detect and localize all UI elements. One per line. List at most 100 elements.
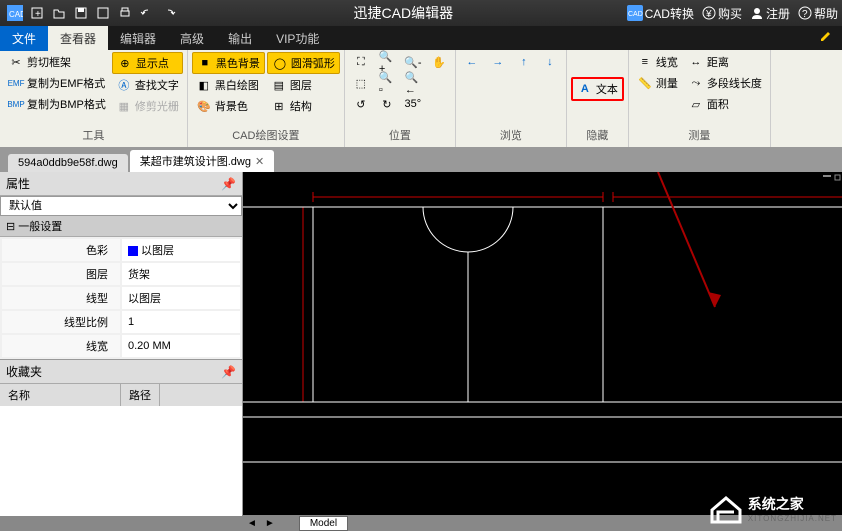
menu-file[interactable]: 文件: [0, 26, 48, 51]
close-icon[interactable]: ✕: [255, 155, 264, 168]
help-button[interactable]: ?帮助: [798, 5, 838, 22]
rotate-left-icon: ↺: [353, 96, 369, 112]
ribbon-group-position: ⛶ ⬚ ↺ 🔍+ 🔍▫ ↻ 🔍- 🔍← 35° ✋ 位置: [345, 50, 456, 147]
bw-icon: ◧: [196, 77, 212, 93]
linewidth-icon: ≡: [637, 54, 653, 70]
zoom-window-button[interactable]: ⬚: [349, 73, 373, 93]
menu-editor[interactable]: 编辑器: [108, 26, 168, 51]
area-button[interactable]: ▱面积: [684, 94, 766, 114]
redo-icon[interactable]: [158, 2, 180, 24]
menu-vip[interactable]: VIP功能: [264, 26, 331, 51]
general-section[interactable]: ⊟ 一般设置: [0, 216, 242, 237]
palette-icon: 🎨: [196, 98, 212, 114]
bg-color-button[interactable]: 🎨背景色: [192, 96, 265, 116]
position-label: 位置: [349, 125, 451, 145]
undo-icon[interactable]: [136, 2, 158, 24]
zoom-sel-button[interactable]: 🔍▫: [375, 73, 399, 93]
menu-viewer[interactable]: 查看器: [48, 26, 108, 51]
nav-left-button[interactable]: ←: [460, 52, 484, 72]
main-area: 属性 📌 默认值 ⊟ 一般设置 色彩以图层 图层货架 线型以图层 线型比例1 线…: [0, 172, 842, 515]
buy-button[interactable]: ¥购买: [702, 5, 742, 22]
nav-down-button[interactable]: ↓: [538, 52, 562, 72]
ribbon-group-hide: A文本 隐藏: [567, 50, 629, 147]
layers-button[interactable]: ▤图层: [267, 75, 340, 95]
edit-icon[interactable]: [818, 28, 842, 49]
model-tab[interactable]: Model: [299, 516, 348, 531]
measure-button[interactable]: 📏测量: [633, 73, 682, 93]
sidebar: 属性 📌 默认值 ⊟ 一般设置 色彩以图层 图层货架 线型以图层 线型比例1 线…: [0, 172, 243, 515]
zoom-in-button[interactable]: 🔍+: [375, 52, 399, 72]
menu-output[interactable]: 输出: [216, 26, 264, 51]
copy-emf-button[interactable]: EMF复制为EMF格式: [4, 73, 110, 93]
show-point-button[interactable]: ⊕显示点: [112, 52, 183, 74]
nav-arrow-right[interactable]: ►: [261, 518, 279, 529]
nav-arrow-left[interactable]: ◄: [243, 518, 261, 529]
scale-cell[interactable]: 1: [122, 311, 240, 333]
arrow-right-icon: →: [490, 54, 506, 70]
properties-header: 属性 📌: [0, 172, 242, 196]
linetype-cell[interactable]: 以图层: [122, 287, 240, 309]
zoom-fit-button[interactable]: ⛶: [349, 52, 373, 72]
save-icon[interactable]: [70, 2, 92, 24]
rotate-left-button[interactable]: ↺: [349, 94, 373, 114]
default-dropdown[interactable]: 默认值: [0, 196, 242, 216]
doctab-2[interactable]: 某超市建筑设计图.dwg✕: [130, 150, 274, 172]
print-icon[interactable]: [114, 2, 136, 24]
arc-icon: ◯: [272, 55, 288, 71]
rotate-right-button[interactable]: ↻: [375, 94, 399, 114]
black-bg-button[interactable]: ■黑色背景: [192, 52, 265, 74]
polyline-length-button[interactable]: ⤳多段线长度: [684, 73, 766, 93]
color-cell[interactable]: 以图层: [122, 239, 240, 261]
svg-text:CAD: CAD: [628, 11, 643, 18]
ribbon: ✂剪切框架 EMF复制为EMF格式 BMP复制为BMP格式 ⊕显示点 Ⓐ查找文字…: [0, 50, 842, 148]
rotate-right-icon: ↻: [379, 96, 395, 112]
new-icon[interactable]: +: [26, 2, 48, 24]
ribbon-group-browse: ← → ↑ ↓ 浏览: [456, 50, 567, 147]
ribbon-group-measure: ≡线宽 📏测量 ↔距离 ⤳多段线长度 ▱面积 测量: [629, 50, 771, 147]
nav-up-button[interactable]: ↑: [512, 52, 536, 72]
name-column[interactable]: 名称: [0, 384, 121, 406]
color-swatch: [128, 246, 138, 256]
doctab-1[interactable]: 594a0ddb9e58f.dwg: [8, 154, 128, 172]
drawing-canvas[interactable]: [243, 172, 842, 515]
favorites-list[interactable]: [0, 406, 242, 516]
width-cell[interactable]: 0.20 MM: [122, 335, 240, 357]
distance-button[interactable]: ↔距离: [684, 52, 766, 72]
menu-advanced[interactable]: 高级: [168, 26, 216, 51]
svg-text:¥: ¥: [705, 9, 712, 20]
black-bg-icon: ■: [197, 55, 213, 71]
layers-icon: ▤: [271, 77, 287, 93]
bw-draw-button[interactable]: ◧黑白绘图: [192, 75, 265, 95]
table-row: 色彩以图层: [2, 239, 240, 261]
watermark: 系统之家 XITONGZHIJIA.NET: [708, 490, 837, 526]
cad-convert-button[interactable]: CADCAD转换: [627, 5, 694, 22]
pan-button[interactable]: ✋: [427, 52, 451, 72]
find-text-button[interactable]: Ⓐ查找文字: [112, 75, 183, 95]
zoom-prev-button[interactable]: 🔍←: [401, 73, 425, 93]
saveas-icon[interactable]: [92, 2, 114, 24]
text-button[interactable]: A文本: [571, 77, 624, 101]
pin-icon[interactable]: 📌: [221, 177, 236, 191]
zoom-fit-icon: ⛶: [353, 54, 369, 70]
structure-button[interactable]: ⊞结构: [267, 96, 340, 116]
zoom-out-icon: 🔍-: [405, 54, 421, 70]
svg-text:CAD: CAD: [9, 10, 23, 19]
area-icon: ▱: [688, 96, 704, 112]
ribbon-group-tools: ✂剪切框架 EMF复制为EMF格式 BMP复制为BMP格式 ⊕显示点 Ⓐ查找文字…: [0, 50, 188, 147]
clip-frame-button[interactable]: ✂剪切框架: [4, 52, 110, 72]
trim-raster-button[interactable]: ▦修剪光栅: [112, 96, 183, 116]
path-column[interactable]: 路径: [121, 384, 160, 406]
zoom-out-button[interactable]: 🔍-: [401, 52, 425, 72]
zoom-sel-icon: 🔍▫: [379, 75, 395, 91]
titlebar: CAD + 迅捷CAD编辑器 CADCAD转换 ¥购买 注册 ?帮助: [0, 0, 842, 26]
angle-button[interactable]: 35°: [401, 94, 425, 114]
smooth-arc-button[interactable]: ◯圆滑弧形: [267, 52, 340, 74]
open-icon[interactable]: [48, 2, 70, 24]
nav-right-button[interactable]: →: [486, 52, 510, 72]
copy-bmp-button[interactable]: BMP复制为BMP格式: [4, 94, 110, 114]
linewidth-button[interactable]: ≡线宽: [633, 52, 682, 72]
browse-label: 浏览: [460, 125, 562, 145]
pin-icon[interactable]: 📌: [221, 365, 236, 379]
register-button[interactable]: 注册: [750, 5, 790, 22]
layer-cell[interactable]: 货架: [122, 263, 240, 285]
